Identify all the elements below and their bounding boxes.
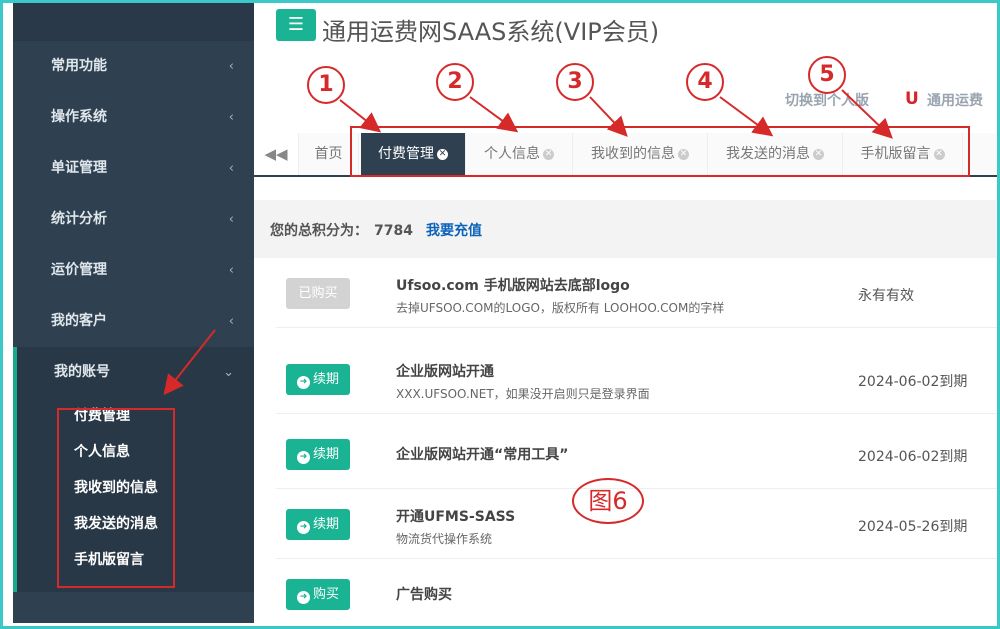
arrow-3 bbox=[589, 96, 628, 137]
arrow-5 bbox=[841, 89, 893, 139]
arrow-4 bbox=[719, 96, 774, 137]
annotation-arrows bbox=[163, 89, 893, 396]
figure-label: 图6 bbox=[572, 478, 644, 524]
arrow-submenu bbox=[163, 329, 216, 396]
arrow-1 bbox=[339, 99, 382, 133]
arrow-2 bbox=[469, 96, 519, 133]
